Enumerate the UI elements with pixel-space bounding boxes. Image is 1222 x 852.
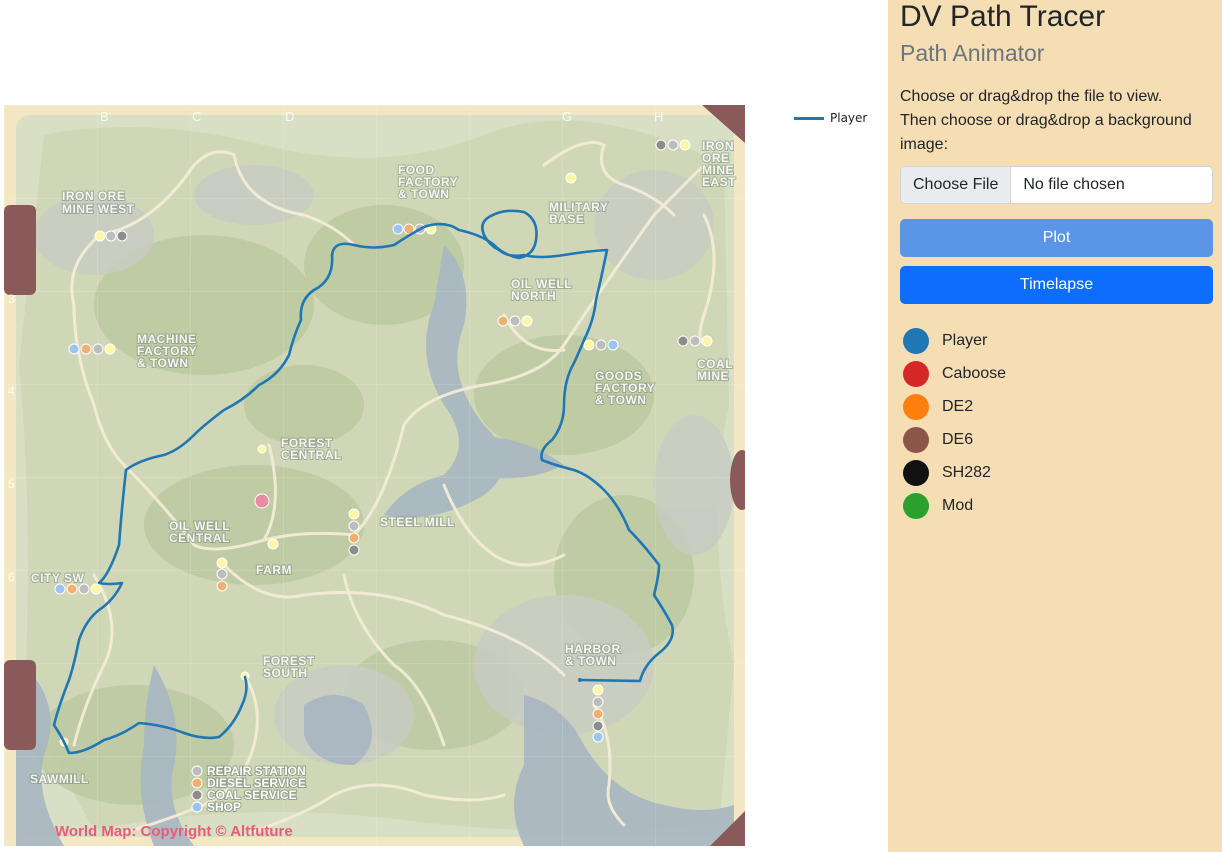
grid-col-c: C xyxy=(192,109,201,124)
legend-item-de2[interactable]: DE2 xyxy=(900,390,1213,423)
legend-shop: SHOP xyxy=(207,800,241,814)
label-machine-factory: MACHINE FACTORY & TOWN xyxy=(137,332,197,370)
plot-legend-label: Player xyxy=(830,111,868,125)
map-copyright: World Map: Copyright © Altfuture xyxy=(55,823,293,840)
legend-label-caboose: Caboose xyxy=(942,364,1007,382)
instructions-line-1: Choose or drag&drop the file to view. xyxy=(900,88,1163,105)
file-input[interactable]: Choose File No file chosen xyxy=(900,166,1213,204)
plot-legend: Player xyxy=(794,111,867,125)
legend-dot-caboose xyxy=(903,360,929,387)
legend-label-sh282: SH282 xyxy=(942,463,991,481)
legend-item-mod[interactable]: Mod xyxy=(900,489,1213,522)
label-forest-south: FOREST SOUTH xyxy=(263,654,315,680)
choose-file-button[interactable]: Choose File xyxy=(901,167,1012,203)
label-iron-ore-east: IRON ORE MINE EAST xyxy=(702,139,736,189)
grid-col-d: D xyxy=(285,109,294,124)
label-harbor: HARBOR & TOWN xyxy=(565,642,621,668)
grid-row-6: 6 xyxy=(8,570,15,584)
app-title: DV Path Tracer xyxy=(900,0,1106,33)
grid-row-4: 4 xyxy=(8,384,15,398)
world-map: B C D G H 3 4 5 6 IRON ORE MINE WEST FOOD… xyxy=(4,105,745,846)
legend-dot-player xyxy=(903,327,929,354)
legend-label-player: Player xyxy=(942,331,988,349)
file-status: No file chosen xyxy=(1023,176,1125,193)
series-legend: Player Caboose DE2 DE6 SH282 Mod xyxy=(900,324,1213,522)
grid-col-h: H xyxy=(654,109,663,124)
label-city-sw: CITY SW xyxy=(31,571,84,585)
plot-button[interactable]: Plot xyxy=(900,219,1213,257)
label-iron-ore-west: IRON ORE MINE WEST xyxy=(62,189,135,216)
legend-dot-mod xyxy=(903,492,929,519)
legend-dot-de6 xyxy=(903,426,929,453)
instructions: Choose or drag&drop the file to view. Th… xyxy=(900,85,1213,157)
plot-legend-line-swatch xyxy=(794,116,824,120)
legend-label-de6: DE6 xyxy=(942,430,974,448)
label-oil-well-central: OIL WELL CENTRAL xyxy=(169,519,230,545)
label-coal-mine: COAL MINE xyxy=(697,357,733,383)
grid-row-3: 3 xyxy=(8,292,15,306)
instructions-line-2: Then choose or drag&drop a background im… xyxy=(900,112,1192,153)
timelapse-button[interactable]: Timelapse xyxy=(900,266,1213,304)
grid-col-g: G xyxy=(562,109,572,124)
legend-item-player[interactable]: Player xyxy=(900,324,1213,357)
app-subtitle: Path Animator xyxy=(900,40,1045,66)
legend-dot-de2 xyxy=(903,393,929,420)
legend-label-mod: Mod xyxy=(942,496,974,514)
control-panel: DV Path Tracer Path Animator Choose or d… xyxy=(888,0,1222,852)
label-steel-mill: STEEL MILL xyxy=(380,515,455,529)
legend-dot-sh282 xyxy=(903,459,929,486)
legend-item-de6[interactable]: DE6 xyxy=(900,423,1213,456)
label-farm: FARM xyxy=(256,563,292,577)
legend-item-sh282[interactable]: SH282 xyxy=(900,456,1213,489)
legend-item-caboose[interactable]: Caboose xyxy=(900,357,1213,390)
legend-label-de2: DE2 xyxy=(942,397,974,415)
label-sawmill: SAWMILL xyxy=(30,772,89,786)
grid-row-5: 5 xyxy=(8,477,15,491)
map-canvas: B C D G H 3 4 5 6 IRON ORE MINE WEST FOOD… xyxy=(4,105,745,846)
grid-col-b: B xyxy=(100,109,109,124)
